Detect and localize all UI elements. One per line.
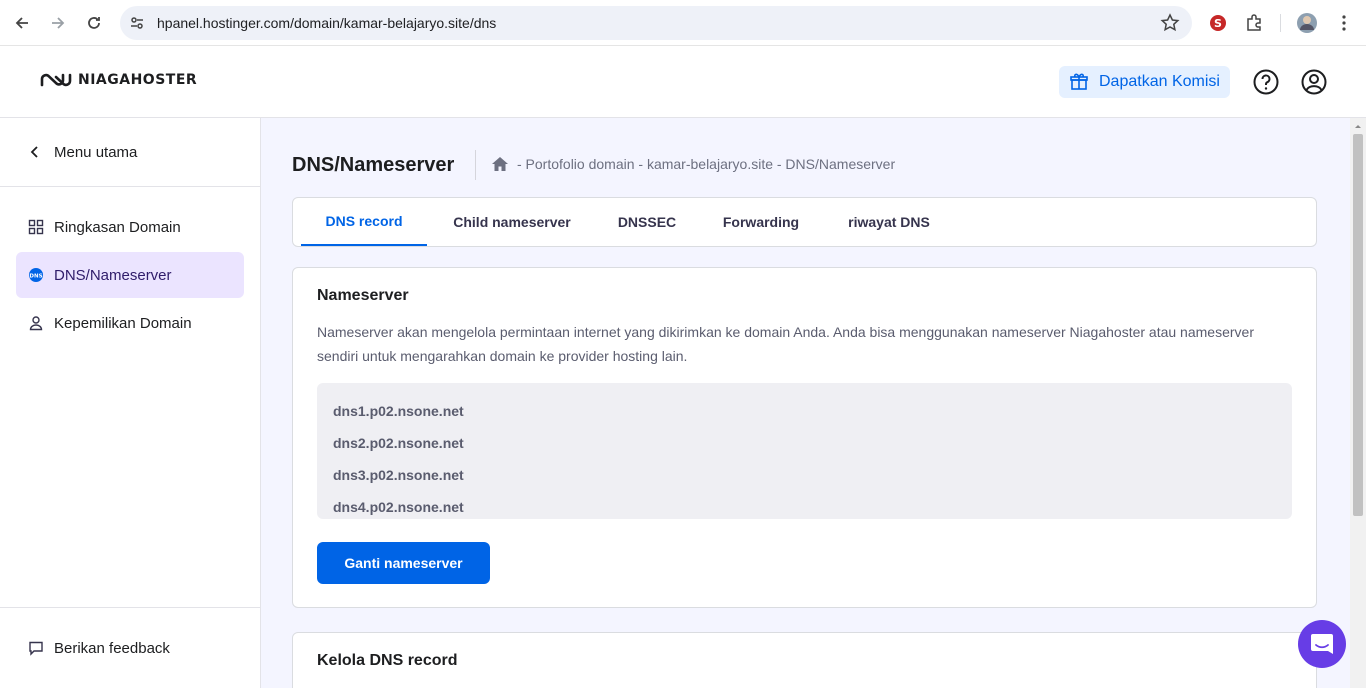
live-chat-button[interactable] [1298, 620, 1346, 668]
svg-text:DNS: DNS [29, 274, 42, 280]
nameserver-description: Nameserver akan mengelola permintaan int… [317, 324, 1254, 364]
tab-riwayat-dns[interactable]: riwayat DNS [833, 198, 945, 246]
chat-bubble-icon [29, 641, 43, 656]
breadcrumb-text[interactable]: - Portofolio domain - kamar-belajaryo.si… [517, 156, 895, 172]
app-header: NIAGAHOSTER Dapatkan Komisi [0, 47, 1366, 118]
reload-icon[interactable] [82, 11, 106, 35]
sidebar: Menu utama Ringkasan Domain DNS DNS/Name… [0, 118, 261, 688]
dns-record-card-title: Kelola DNS record [317, 652, 458, 669]
browser-toolbar: hpanel.hostinger.com/domain/kamar-belaja… [0, 0, 1366, 46]
menu-utama-link[interactable]: Menu utama [0, 118, 260, 187]
tab-child-nameserver[interactable]: Child nameserver [439, 198, 585, 246]
dns-record-card: Kelola DNS record [292, 632, 1317, 688]
grid-icon [28, 219, 44, 235]
page-scrollbar[interactable] [1350, 118, 1366, 688]
nameserver-list: dns1.p02.nsone.net dns2.p02.nsone.net dn… [317, 383, 1292, 519]
ganti-nameserver-button[interactable]: Ganti nameserver [317, 542, 490, 584]
svg-text:S: S [1214, 17, 1222, 30]
gift-icon [1070, 73, 1088, 90]
nameserver-card-title: Nameserver [317, 287, 409, 304]
home-icon[interactable] [491, 156, 509, 172]
tab-forwarding[interactable]: Forwarding [709, 198, 813, 246]
extensions-puzzle-icon[interactable] [1242, 11, 1266, 35]
logo-text: NIAGAHOSTER [78, 72, 198, 88]
main-content: DNS/Nameserver - Portofolio domain - kam… [261, 118, 1350, 688]
address-bar[interactable]: hpanel.hostinger.com/domain/kamar-belaja… [120, 6, 1192, 40]
nameserver-item: dns1.p02.nsone.net [333, 403, 464, 419]
account-icon[interactable] [1300, 68, 1328, 96]
sidebar-item-kepemilikan-domain[interactable]: Kepemilikan Domain [16, 300, 244, 346]
tab-dnssec[interactable]: DNSSEC [605, 198, 689, 246]
sidebar-item-label: DNS/Nameserver [54, 266, 172, 284]
help-icon[interactable] [1252, 68, 1280, 96]
person-icon [29, 316, 43, 331]
nameserver-item: dns4.p02.nsone.net [333, 499, 464, 515]
tab-bar: DNS record Child nameserver DNSSEC Forwa… [292, 197, 1317, 247]
back-arrow-icon[interactable] [10, 11, 34, 35]
profile-avatar-icon[interactable] [1295, 11, 1319, 35]
chat-icon [1311, 634, 1333, 654]
niagahoster-logo[interactable]: NIAGAHOSTER [40, 72, 197, 88]
sidebar-item-dns-nameserver[interactable]: DNS DNS/Nameserver [16, 252, 244, 298]
bookmark-star-icon[interactable] [1160, 13, 1180, 38]
forward-arrow-icon[interactable] [46, 11, 70, 35]
nameserver-item: dns3.p02.nsone.net [333, 467, 464, 483]
browser-menu-icon[interactable] [1332, 11, 1356, 35]
breadcrumb: - Portofolio domain - kamar-belajaryo.si… [491, 156, 895, 172]
komisi-label: Dapatkan Komisi [1099, 73, 1220, 90]
logo-mark-icon [40, 73, 72, 87]
site-info-icon[interactable] [128, 14, 146, 37]
feedback-label: Berikan feedback [54, 639, 170, 657]
dns-icon: DNS [29, 268, 43, 282]
nameserver-card: Nameserver Nameserver akan mengelola per… [292, 267, 1317, 608]
extension-s-icon[interactable]: S [1206, 11, 1230, 35]
dapatkan-komisi-button[interactable]: Dapatkan Komisi [1059, 66, 1230, 98]
scroll-thumb[interactable] [1353, 134, 1363, 516]
tab-dns-record[interactable]: DNS record [301, 198, 427, 246]
title-divider [475, 150, 476, 180]
url-text: hpanel.hostinger.com/domain/kamar-belaja… [157, 15, 497, 31]
nameserver-item: dns2.p02.nsone.net [333, 435, 464, 451]
feedback-link[interactable]: Berikan feedback [0, 607, 260, 688]
chevron-left-icon [30, 146, 38, 158]
menu-utama-label: Menu utama [54, 143, 138, 161]
sidebar-item-ringkasan-domain[interactable]: Ringkasan Domain [16, 204, 244, 250]
sidebar-item-label: Kepemilikan Domain [54, 314, 192, 332]
sidebar-item-label: Ringkasan Domain [54, 218, 181, 236]
scroll-up-icon[interactable] [1350, 120, 1366, 132]
page-title: DNS/Nameserver [292, 154, 455, 176]
